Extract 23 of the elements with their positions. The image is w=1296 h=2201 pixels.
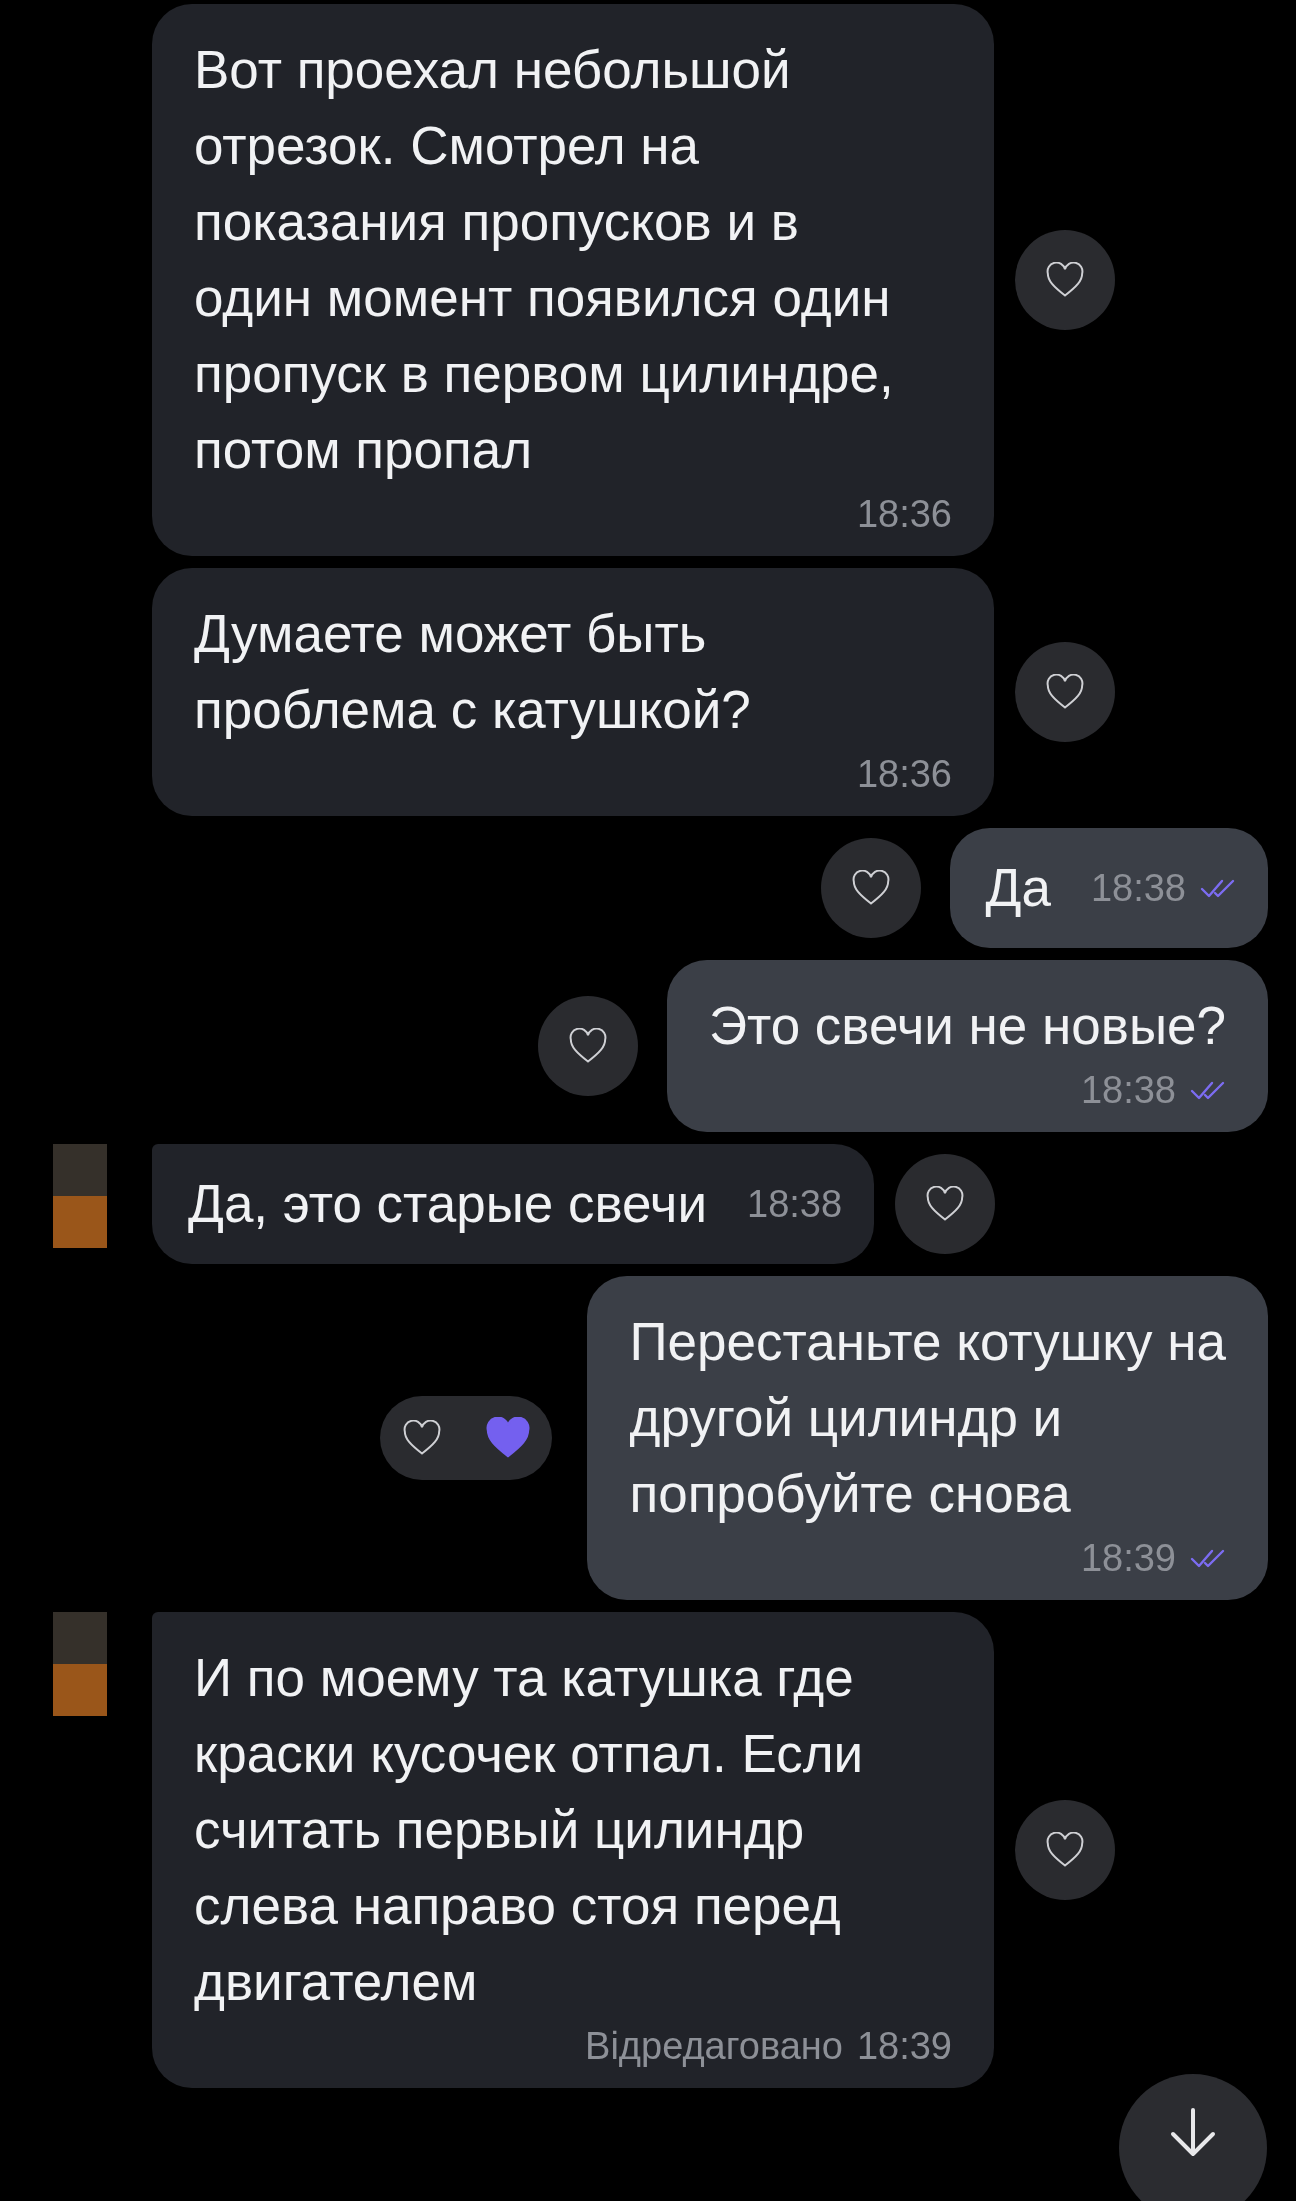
- message-time: 18:38: [1080, 1068, 1176, 1112]
- heart-icon: [1045, 1832, 1085, 1868]
- message-text: Вот проехал небольшой отрезок. Смотрел на показания пропусков и в один момент появился один пропуск в первом цилиндре, потом пропал: [194, 39, 895, 481]
- message-text: Да: [985, 857, 1051, 919]
- message-text: Это свечи не новые?: [708, 995, 1226, 1057]
- heart-icon: [567, 1028, 608, 1064]
- message-time: 18:36: [856, 752, 952, 796]
- message-text: И по моему та катушка где краски кусочек отпал. Если считать первый цилиндр слева направо стоя перед двигателем: [194, 1647, 865, 2013]
- message-time: 18:36: [856, 492, 952, 536]
- message-time: 18:39: [856, 2024, 952, 2068]
- heart-icon: [1045, 262, 1085, 298]
- message-text: Думаете может быть проблема с катушкой?: [194, 603, 752, 741]
- heart-icon: [850, 870, 891, 906]
- message-time: 18:39: [1080, 1536, 1176, 1580]
- heart-icon: [925, 1186, 966, 1222]
- edited-label: Відредаговано: [585, 2024, 843, 2068]
- message-time: 18:38: [747, 1182, 843, 1226]
- message-text: Да, это старые свечи: [188, 1173, 707, 1235]
- message-text: Перестаньте котушку на другой цилиндр и попробуйте снова: [629, 1311, 1226, 1525]
- heart-icon: [401, 1420, 442, 1456]
- message-time: 18:38: [1090, 866, 1186, 910]
- heart-icon: [1045, 674, 1085, 710]
- heart-icon: [484, 1417, 531, 1459]
